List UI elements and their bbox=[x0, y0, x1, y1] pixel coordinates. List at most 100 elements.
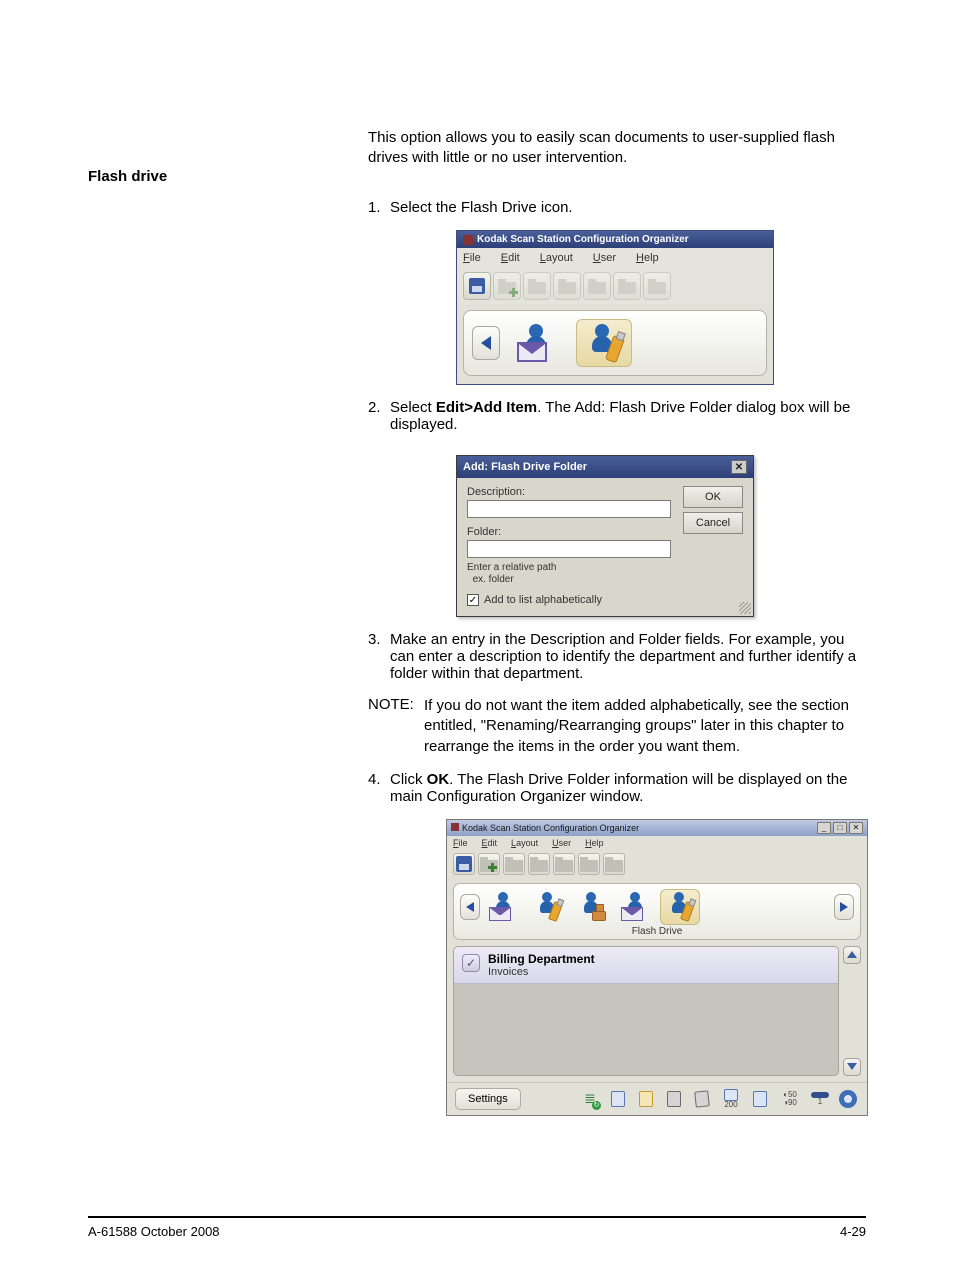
close-button[interactable]: ✕ bbox=[731, 460, 747, 474]
status-icon-doc[interactable] bbox=[607, 1088, 629, 1110]
chevron-left-icon bbox=[481, 336, 491, 350]
toolbar-btn-6[interactable] bbox=[578, 853, 600, 875]
status-copies[interactable]: 1 bbox=[809, 1088, 831, 1110]
step-num: 1. bbox=[368, 199, 390, 216]
step-text: Make an entry in the Description and Fol… bbox=[390, 631, 863, 682]
status-icon-color[interactable] bbox=[635, 1088, 657, 1110]
menu-help[interactable]: Help bbox=[636, 252, 659, 264]
envelope-icon bbox=[621, 907, 643, 921]
menu-bar: File Edit Layout User Help bbox=[457, 248, 773, 268]
ok-button[interactable]: OK bbox=[683, 486, 743, 508]
menu-user[interactable]: User bbox=[593, 252, 616, 264]
toolbar-btn-5[interactable] bbox=[553, 853, 575, 875]
footer-left: A-61588 October 2008 bbox=[88, 1224, 220, 1239]
status-icon-multi[interactable] bbox=[691, 1088, 713, 1110]
page-icon bbox=[753, 1091, 767, 1107]
step-text: Click OK. The Flash Drive Folder informa… bbox=[390, 771, 863, 805]
toolbar-btn-7[interactable] bbox=[643, 272, 671, 300]
description-input[interactable] bbox=[467, 500, 671, 518]
scroll-right-button[interactable] bbox=[834, 894, 854, 920]
toolbar-btn-6[interactable] bbox=[613, 272, 641, 300]
group-email[interactable] bbox=[510, 319, 566, 367]
folder-input[interactable] bbox=[467, 540, 671, 558]
chevron-down-icon bbox=[847, 1063, 857, 1070]
dialog-body: Description: Folder: Enter a relative pa… bbox=[457, 478, 753, 616]
close-icon: ✕ bbox=[735, 462, 743, 473]
status-icon-jpg[interactable] bbox=[663, 1088, 685, 1110]
resize-grip-icon[interactable] bbox=[739, 602, 751, 614]
window-title: Kodak Scan Station Configuration Organiz… bbox=[477, 234, 689, 245]
save-button[interactable] bbox=[453, 853, 475, 875]
toolbar-btn-5[interactable] bbox=[583, 272, 611, 300]
save-button[interactable] bbox=[463, 272, 491, 300]
close-button[interactable]: ✕ bbox=[849, 822, 863, 834]
group-email[interactable] bbox=[484, 889, 524, 925]
toolbar-add[interactable] bbox=[478, 853, 500, 875]
group-email-2[interactable] bbox=[616, 889, 656, 925]
scroll-left-button[interactable] bbox=[460, 894, 480, 920]
folder-icon bbox=[580, 860, 598, 872]
page-footer: A-61588 October 2008 4-29 bbox=[88, 1224, 866, 1239]
menu-layout[interactable]: Layout bbox=[511, 838, 538, 848]
toolbar-btn-3[interactable] bbox=[523, 272, 551, 300]
menu-file[interactable]: File bbox=[453, 838, 468, 848]
item-checkbox[interactable]: ✓ bbox=[462, 954, 480, 972]
refresh-icon: ↻ bbox=[592, 1101, 601, 1110]
group-strip bbox=[463, 310, 767, 376]
dialog-titlebar: Add: Flash Drive Folder ✕ bbox=[457, 456, 753, 478]
folder-icon bbox=[530, 860, 548, 872]
envelope-icon bbox=[489, 907, 511, 921]
minimize-button[interactable]: _ bbox=[817, 822, 831, 834]
cable-icon bbox=[811, 1092, 829, 1098]
toolbar-btn-7[interactable] bbox=[603, 853, 625, 875]
list-area: ✓ Billing Department Invoices bbox=[453, 946, 861, 1076]
window-titlebar: Kodak Scan Station Configuration Organiz… bbox=[457, 231, 773, 248]
maximize-button[interactable]: □ bbox=[833, 822, 847, 834]
gear-icon bbox=[839, 1090, 857, 1108]
scroll-down-button[interactable] bbox=[843, 1058, 861, 1076]
menu-user[interactable]: User bbox=[552, 838, 571, 848]
alpha-checkbox[interactable]: ✓ bbox=[467, 594, 479, 606]
window-titlebar: Kodak Scan Station Configuration Organiz… bbox=[447, 820, 867, 836]
resolution-icon bbox=[724, 1089, 738, 1101]
network-icon bbox=[592, 911, 606, 921]
toolbar-btn-4[interactable] bbox=[528, 853, 550, 875]
plus-icon bbox=[488, 863, 497, 872]
intro-text: This option allows you to easily scan do… bbox=[368, 128, 863, 169]
group-network[interactable] bbox=[572, 889, 612, 925]
note-text: If you do not want the item added alphab… bbox=[424, 696, 863, 757]
hint-text: Enter a relative path ex. folder bbox=[467, 562, 671, 586]
toolbar-btn-4[interactable] bbox=[553, 272, 581, 300]
cancel-button[interactable]: Cancel bbox=[683, 512, 743, 534]
status-icon-dpi[interactable]: 200 bbox=[719, 1088, 743, 1110]
folder-icon bbox=[528, 282, 546, 294]
menu-edit[interactable]: Edit bbox=[482, 838, 498, 848]
folder-label: Folder: bbox=[467, 526, 671, 538]
menu-layout[interactable]: Layout bbox=[540, 252, 573, 264]
status-icon-list[interactable]: ≣↻ bbox=[579, 1088, 601, 1110]
menu-help[interactable]: Help bbox=[585, 838, 604, 848]
scroll-up-button[interactable] bbox=[843, 946, 861, 964]
chevron-right-icon bbox=[840, 902, 848, 912]
list-item[interactable]: ✓ Billing Department Invoices bbox=[454, 947, 838, 984]
toolbar-btn-3[interactable] bbox=[503, 853, 525, 875]
note-label: NOTE: bbox=[368, 696, 424, 757]
group-flash-drive-2[interactable] bbox=[660, 889, 700, 925]
menu-file[interactable]: File bbox=[463, 252, 481, 264]
toolbar bbox=[457, 268, 773, 304]
step-2: 2. Select Edit>Add Item. The Add: Flash … bbox=[368, 399, 863, 433]
menu-edit[interactable]: Edit bbox=[501, 252, 520, 264]
step-4: 4. Click OK. The Flash Drive Folder info… bbox=[368, 771, 863, 805]
settings-button[interactable]: Settings bbox=[455, 1088, 521, 1110]
group-flash-drive[interactable] bbox=[528, 889, 568, 925]
toolbar-add[interactable] bbox=[493, 272, 521, 300]
scroll-left-button[interactable] bbox=[472, 326, 500, 360]
status-bar: Settings ≣↻ 200 ◐50◑90 1 bbox=[447, 1082, 867, 1115]
status-icon-preview[interactable] bbox=[749, 1088, 771, 1110]
group-flash-drive[interactable] bbox=[576, 319, 632, 367]
item-subtitle: Invoices bbox=[488, 966, 595, 978]
status-contrast-brightness: ◐50◑90 bbox=[777, 1088, 803, 1110]
item-title: Billing Department bbox=[488, 952, 595, 966]
status-settings-icon[interactable] bbox=[837, 1088, 859, 1110]
folder-icon bbox=[558, 282, 576, 294]
